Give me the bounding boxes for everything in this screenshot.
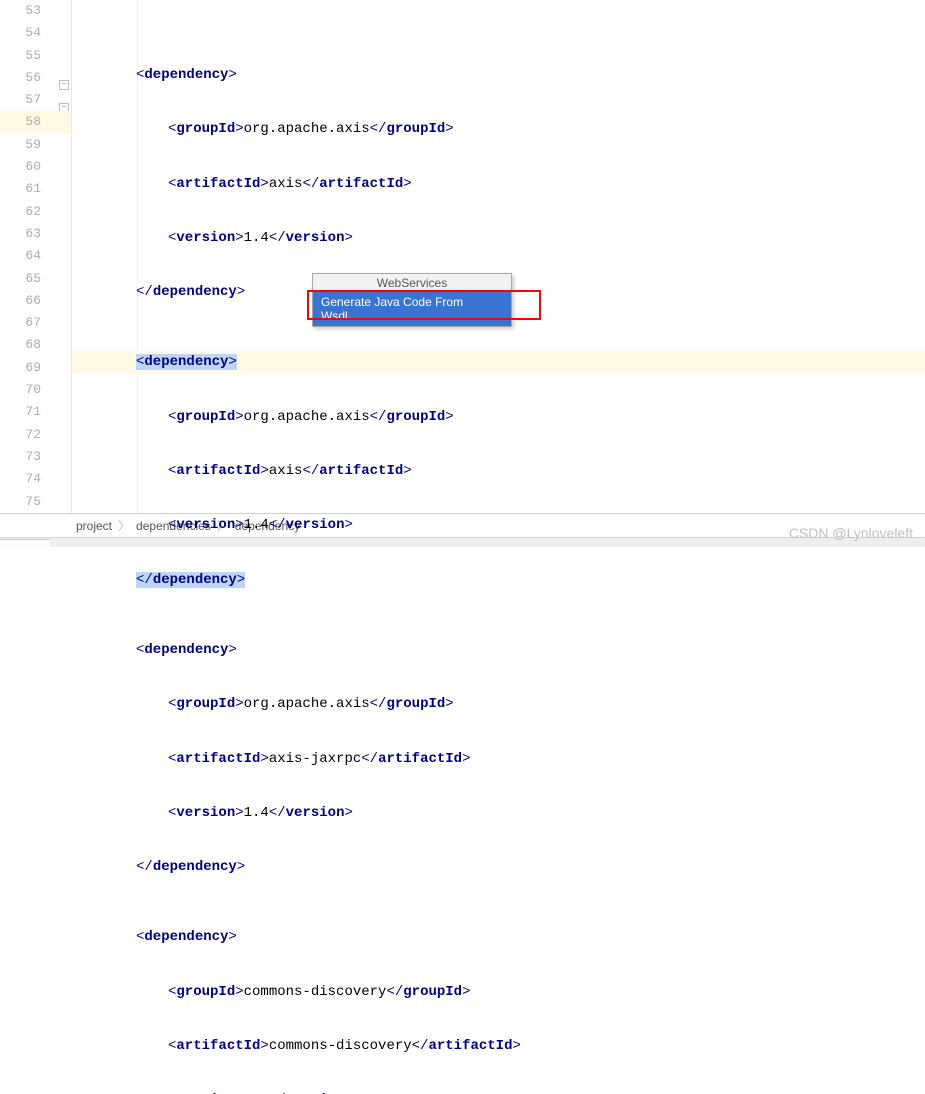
code-line[interactable]: <version>1.4</version>: [72, 802, 925, 824]
line-number: 61: [0, 178, 71, 200]
code-line[interactable]: <artifactId>commons-discovery</artifactI…: [72, 1035, 925, 1057]
code-line[interactable]: </dependency>: [72, 856, 925, 878]
code-line[interactable]: </dependency>: [72, 569, 925, 591]
code-line[interactable]: <artifactId>axis-jaxrpc</artifactId>: [72, 748, 925, 770]
line-number: 62: [0, 201, 71, 223]
tool-window-tab[interactable]: [0, 539, 50, 547]
code-line[interactable]: <groupId>org.apache.axis</groupId>: [72, 693, 925, 715]
line-number: 66: [0, 290, 71, 312]
code-line[interactable]: <version>1.4</version>: [72, 227, 925, 249]
line-number: 71: [0, 401, 71, 423]
watermark-text: CSDN @Lynloveleft: [789, 525, 913, 541]
code-line[interactable]: <groupId>org.apache.axis</groupId>: [72, 406, 925, 428]
line-number: 74: [0, 468, 71, 490]
line-number: 53: [0, 0, 71, 22]
line-number: 54: [0, 22, 71, 44]
code-line[interactable]: <groupId>org.apache.axis</groupId>: [72, 118, 925, 140]
line-number: 63: [0, 223, 71, 245]
code-line[interactable]: <artifactId>axis</artifactId>: [72, 460, 925, 482]
code-area[interactable]: <dependency> <groupId>org.apache.axis</g…: [72, 0, 925, 513]
line-number: 65: [0, 268, 71, 290]
code-line[interactable]: <groupId>commons-discovery</groupId>: [72, 981, 925, 1003]
code-editor[interactable]: − − 53 54 55 56 57 58 59 60 61 62 63 64 …: [0, 0, 925, 513]
code-line[interactable]: <dependency>: [72, 639, 925, 661]
line-number: 56: [0, 67, 71, 89]
menu-item-generate-from-wsdl[interactable]: Generate Java Code From Wsdl...: [313, 292, 511, 326]
code-line[interactable]: <artifactId>axis</artifactId>: [72, 173, 925, 195]
context-submenu[interactable]: WebServices Generate Java Code From Wsdl…: [312, 273, 512, 327]
line-number: 75: [0, 491, 71, 513]
code-line[interactable]: <dependency>: [72, 926, 925, 948]
line-gutter: − − 53 54 55 56 57 58 59 60 61 62 63 64 …: [0, 0, 72, 513]
line-number: 72: [0, 424, 71, 446]
line-number: 73: [0, 446, 71, 468]
line-number: 60: [0, 156, 71, 178]
code-line[interactable]: <version>0.2</version>: [72, 1089, 925, 1094]
line-number: 68: [0, 334, 71, 356]
code-line[interactable]: <dependency>: [72, 64, 925, 86]
line-number: 58: [0, 111, 71, 133]
line-number: 55: [0, 45, 71, 67]
line-number: 64: [0, 245, 71, 267]
line-number: 70: [0, 379, 71, 401]
submenu-title: WebServices: [313, 274, 511, 292]
line-number: 67: [0, 312, 71, 334]
line-number: 59: [0, 134, 71, 156]
code-line[interactable]: <dependency>: [72, 351, 925, 373]
line-number: 69: [0, 357, 71, 379]
line-number: 57: [0, 89, 71, 111]
